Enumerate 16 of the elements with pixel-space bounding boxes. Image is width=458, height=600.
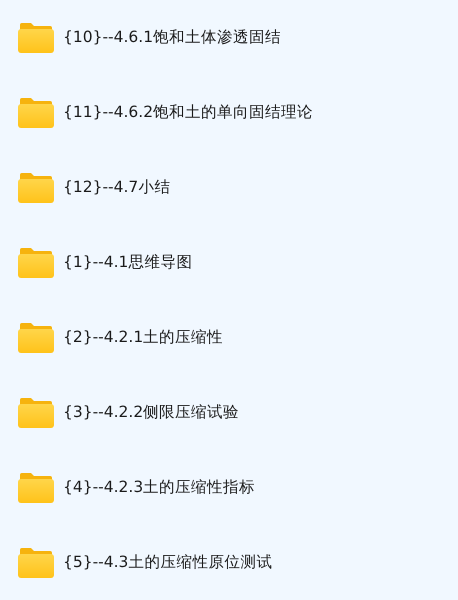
folder-name[interactable]: {10}--4.6.1饱和土体渗透固结: [63, 27, 282, 48]
folder-icon[interactable]: [18, 98, 54, 128]
folder-icon[interactable]: [18, 548, 54, 578]
folder-icon[interactable]: [18, 322, 54, 352]
folder-name[interactable]: {12}--4.7小结: [63, 177, 170, 198]
folder-icon[interactable]: [18, 472, 54, 502]
folder-icon[interactable]: [18, 172, 54, 202]
folder-name[interactable]: {2}--4.2.1土的压缩性: [63, 327, 224, 348]
folder-icon[interactable]: [18, 22, 54, 52]
folder-name[interactable]: {5}--4.3土的压缩性原位测试: [63, 552, 272, 573]
folder-name[interactable]: {4}--4.2.3土的压缩性指标: [63, 477, 256, 498]
folder-icon[interactable]: [18, 398, 54, 428]
folder-icon[interactable]: [18, 248, 54, 278]
folder-name[interactable]: {3}--4.2.2侧限压缩试验: [63, 402, 240, 423]
folder-name[interactable]: {11}--4.6.2饱和土的单向固结理论: [63, 102, 314, 123]
folder-name[interactable]: {1}--4.1思维导图: [63, 252, 192, 273]
